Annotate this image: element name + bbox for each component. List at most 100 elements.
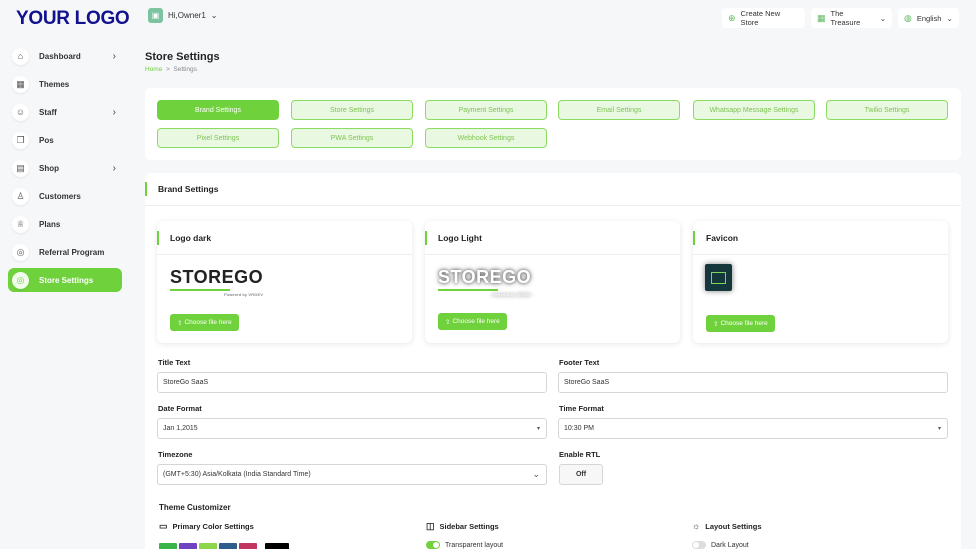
home-icon: ⌂ xyxy=(12,47,29,65)
chevron-right-icon: › xyxy=(112,162,116,174)
breadcrumb-home[interactable]: Home xyxy=(145,66,162,73)
language-selector[interactable]: ◍ English ⌄ xyxy=(898,8,959,28)
sidebar-item-label: Dashboard xyxy=(39,51,81,61)
toggle-switch[interactable] xyxy=(426,541,440,549)
choose-file-button[interactable]: ⇧ Choose file here xyxy=(170,314,239,331)
sidebar-item-plans[interactable]: ♕ Plans xyxy=(8,212,122,236)
footer-text-input[interactable]: StoreGo SaaS xyxy=(558,372,948,393)
favicon-card: Favicon ⇧ Choose file here xyxy=(693,221,948,343)
time-format-label: Time Format xyxy=(559,404,604,413)
breadcrumb-separator: > xyxy=(165,66,170,73)
sidebar-item-shop[interactable]: ▤ Shop › xyxy=(8,156,122,180)
time-format-select[interactable]: 10:30 PM ▾ xyxy=(558,418,948,439)
trophy-icon: ♕ xyxy=(12,215,29,233)
globe-icon: ◍ xyxy=(904,12,912,23)
chevron-down-icon: ⌄ xyxy=(879,13,886,23)
chevron-down-icon: ⌄ xyxy=(946,13,953,23)
tab-pixel-settings[interactable]: Pixel Settings xyxy=(157,128,279,148)
choose-file-button[interactable]: ⇧ Choose file here xyxy=(706,315,775,332)
upload-icon: ⇧ xyxy=(713,320,719,328)
timezone-select[interactable]: (GMT+5:30) Asia/Kolkata (India Standard … xyxy=(157,464,547,485)
brand-settings-card: Brand Settings Logo dark STOREGO Powered… xyxy=(145,173,961,549)
card-header: Brand Settings xyxy=(145,173,961,206)
upload-icon: ⇧ xyxy=(177,319,183,327)
sidebar-item-referral-program[interactable]: ◎ Referral Program xyxy=(8,240,122,264)
sidebar-item-label: Store Settings xyxy=(39,275,94,285)
users-icon: ☺ xyxy=(12,103,29,121)
chevron-down-icon: ⌄ xyxy=(532,469,540,479)
tab-store-settings[interactable]: Store Settings xyxy=(291,100,413,120)
color-swatch-lime[interactable] xyxy=(199,543,217,549)
tab-webhook-settings[interactable]: Webhook Settings xyxy=(425,128,547,148)
title-text-label: Title Text xyxy=(158,358,191,367)
favicon-title: Favicon xyxy=(706,232,739,243)
footer-text-label: Footer Text xyxy=(559,358,600,367)
logo-dark-image: STOREGO Powered by VRDEV xyxy=(170,267,264,297)
tab-email-settings[interactable]: Email Settings xyxy=(558,100,680,120)
favicon-image xyxy=(705,264,732,291)
chevron-right-icon: › xyxy=(112,106,116,118)
dark-layout-toggle[interactable]: Dark Layout xyxy=(692,541,749,549)
sidebar-item-staff[interactable]: ☺ Staff › xyxy=(8,100,122,124)
breadcrumb: Home > Settings xyxy=(145,66,197,73)
user-icon: ♙ xyxy=(12,187,29,205)
create-store-button[interactable]: ⊕ Create New Store xyxy=(722,8,805,28)
title-text-input[interactable]: StoreGo SaaS xyxy=(157,372,547,393)
rtl-toggle-button[interactable]: Off xyxy=(559,464,603,485)
store-name: The Treasure xyxy=(830,9,861,27)
chevron-down-icon: ⌄ xyxy=(210,11,218,20)
sidebar-item-label: Themes xyxy=(39,79,70,89)
store-icon: ▦ xyxy=(817,12,826,23)
tab-brand-settings[interactable]: Brand Settings xyxy=(157,100,279,120)
owner-menu[interactable]: ▣ Hi,Owner1 ⌄ xyxy=(148,8,218,23)
plus-circle-icon: ⊕ xyxy=(728,12,736,23)
sidebar-item-label: Pos xyxy=(39,135,54,145)
tab-pwa-settings[interactable]: PWA Settings xyxy=(291,128,413,148)
sidebar-item-customers[interactable]: ♙ Customers xyxy=(8,184,122,208)
choose-file-button[interactable]: ⇧ Choose file here xyxy=(438,313,507,330)
color-swatch-blue[interactable] xyxy=(219,543,237,549)
color-swatch-pink[interactable] xyxy=(239,543,257,549)
page-title: Store Settings xyxy=(145,51,220,63)
primary-color-settings-title: ▭ Primary Color Settings xyxy=(159,521,254,531)
layout-settings-title: ☼ Layout Settings xyxy=(692,521,762,531)
sidebar-item-dashboard[interactable]: ⌂ Dashboard › xyxy=(8,44,122,68)
tab-payment-settings[interactable]: Payment Settings xyxy=(425,100,547,120)
logo-dark-title: Logo dark xyxy=(170,232,212,243)
logo-dark-card: Logo dark STOREGO Powered by VRDEV ⇧ Choo… xyxy=(157,221,412,343)
breadcrumb-current: Settings xyxy=(173,66,197,73)
sidebar-item-pos[interactable]: ❐ Pos xyxy=(8,128,122,152)
date-format-label: Date Format xyxy=(158,404,202,413)
referral-icon: ◎ xyxy=(12,243,29,261)
copy-icon: ❐ xyxy=(12,131,29,149)
color-swatch-green[interactable] xyxy=(159,543,177,549)
toggle-switch[interactable] xyxy=(692,541,706,549)
grid-icon: ▦ xyxy=(12,75,29,93)
shop-icon: ▤ xyxy=(12,159,29,177)
card-title: Brand Settings xyxy=(158,184,219,194)
color-swatch-black[interactable] xyxy=(265,543,289,549)
sidebar-item-label: Shop xyxy=(39,163,59,173)
caret-down-icon: ▾ xyxy=(937,426,941,432)
logo-light-image: STOREGO Powered by VRDEV xyxy=(438,267,532,297)
sidebar-item-themes[interactable]: ▦ Themes xyxy=(8,72,122,96)
settings-icon: ◎ xyxy=(12,271,29,289)
sidebar-settings-title: ◫ Sidebar Settings xyxy=(426,521,499,531)
color-swatch-purple[interactable] xyxy=(179,543,197,549)
logo-light-title: Logo Light xyxy=(438,232,482,243)
brand-logo[interactable]: YOUR LOGO xyxy=(16,8,130,30)
timezone-label: Timezone xyxy=(158,450,193,459)
chevron-right-icon: › xyxy=(112,50,116,62)
tab-twilio-settings[interactable]: Twilio Settings xyxy=(826,100,948,120)
store-selector[interactable]: ▦ The Treasure ⌄ xyxy=(811,8,892,28)
sidebar-item-label: Customers xyxy=(39,191,81,201)
theme-customizer-title: Theme Customizer xyxy=(159,503,231,512)
transparent-layout-toggle[interactable]: Transparent layout xyxy=(426,541,503,549)
sidebar-item-label: Referral Program xyxy=(39,247,105,257)
sidebar-item-store-settings[interactable]: ◎ Store Settings xyxy=(8,268,122,292)
date-format-select[interactable]: Jan 1,2015 ▾ xyxy=(157,418,547,439)
logo-light-card: Logo Light STOREGO Powered by VRDEV ⇧ Cho… xyxy=(425,221,680,343)
language-name: English xyxy=(916,13,942,23)
tab-whatsapp-message-settings[interactable]: Whatsapp Message Settings xyxy=(693,100,815,120)
sidebar-item-label: Staff xyxy=(39,107,57,117)
